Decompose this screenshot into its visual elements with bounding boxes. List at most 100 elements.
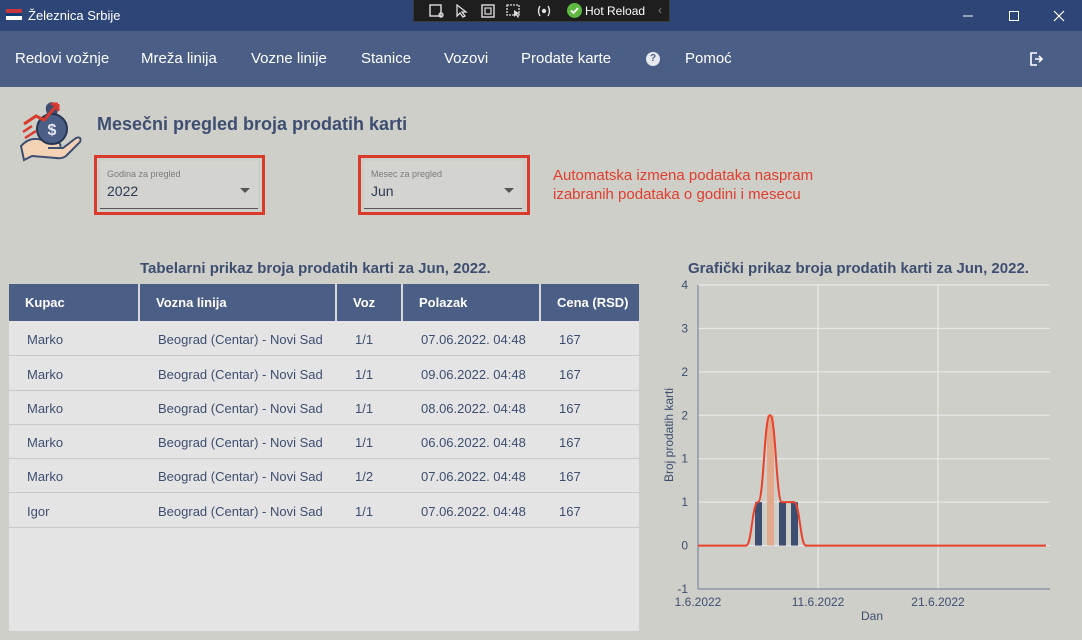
year-combobox-label: Godina za pregled [107, 169, 181, 179]
y-tick-label: 4 [681, 278, 688, 292]
y-tick-label: 2 [681, 408, 688, 422]
minimize-icon [963, 15, 973, 17]
cell-vozna-linija: Beograd (Centar) - Novi Sad [158, 401, 323, 416]
x-tick-label: 21.6.2022 [911, 595, 965, 609]
collapse-toolbar-icon[interactable]: ‹ [658, 3, 662, 17]
y-tick-label: 2 [681, 365, 688, 379]
track-focus-icon[interactable] [506, 4, 522, 18]
month-combobox[interactable]: Mesec za pregled Jun [364, 161, 522, 209]
cell-cena: 167 [559, 332, 581, 347]
year-combobox[interactable]: Godina za pregled 2022 [100, 161, 258, 209]
cell-cena: 167 [559, 435, 581, 450]
column-header-cena[interactable]: Cena (RSD) [541, 284, 639, 321]
annotation-line-1: Automatska izmena podataka naspram [553, 167, 814, 184]
cell-vozna-linija: Beograd (Centar) - Novi Sad [158, 332, 323, 347]
x-tick-label: 1.6.2022 [675, 595, 722, 609]
table-row[interactable]: Marko Beograd (Centar) - Novi Sad 1/1 09… [9, 356, 639, 391]
column-header-voz[interactable]: Voz [337, 284, 403, 321]
y-tick-label: 3 [681, 321, 688, 335]
cell-voz: 1/1 [355, 332, 374, 347]
cell-vozna-linija: Beograd (Centar) - Novi Sad [158, 435, 323, 450]
table-row[interactable]: Marko Beograd (Centar) - Novi Sad 1/1 07… [9, 321, 639, 356]
bar-6.6.2022 [755, 502, 762, 546]
nav-vozne-linije[interactable]: Vozne linije [251, 50, 327, 67]
annotation-line-2: izabranih podataka o godini i mesecu [553, 186, 801, 203]
plot-area [698, 285, 1050, 589]
cell-polazak: 07.06.2022. 04:48 [421, 504, 526, 519]
cell-polazak: 09.06.2022. 04:48 [421, 367, 526, 382]
app-flag-icon [6, 9, 22, 20]
display-adorners-icon[interactable] [480, 4, 496, 18]
xaml-debug-toolbar: Hot Reload ‹ [413, 0, 670, 22]
select-element-icon[interactable] [454, 4, 470, 18]
cell-voz: 1/1 [355, 401, 374, 416]
title-bar: Železnica Srbije Hot Reload ‹ [0, 0, 1082, 31]
binding-failures-icon[interactable] [536, 4, 552, 18]
y-axis-label: Broj prodatih karti [662, 388, 676, 482]
svg-text:$: $ [48, 122, 57, 139]
cell-kupac: Marko [27, 367, 64, 382]
hot-reload-label[interactable]: Hot Reload [585, 4, 645, 18]
auto-update-annotation: Automatska izmena podataka naspram izabr… [553, 166, 813, 204]
column-header-kupac[interactable]: Kupac [9, 284, 140, 321]
minimize-button[interactable] [945, 0, 991, 31]
column-header-vozna-linija[interactable]: Vozna linija [140, 284, 337, 321]
cell-kupac: Marko [27, 332, 64, 347]
cell-polazak: 07.06.2022. 04:48 [421, 469, 526, 484]
cell-cena: 167 [559, 401, 581, 416]
cell-kupac: Marko [27, 469, 64, 484]
cell-voz: 1/1 [355, 504, 374, 519]
maximize-icon [1009, 11, 1019, 21]
cell-vozna-linija: Beograd (Centar) - Novi Sad [158, 367, 323, 382]
table-row[interactable]: Marko Beograd (Centar) - Novi Sad 1/2 07… [9, 458, 639, 493]
close-icon [1053, 10, 1065, 22]
cell-polazak: 08.06.2022. 04:48 [421, 401, 526, 416]
cell-kupac: Marko [27, 435, 64, 450]
y-tick-label: 1 [681, 495, 688, 509]
x-tick-label: 11.6.2022 [792, 595, 845, 609]
bar-7.6.2022 [767, 415, 774, 546]
column-header-polazak[interactable]: Polazak [403, 284, 541, 321]
nav-mreza-linija[interactable]: Mreža linija [141, 50, 217, 67]
month-combobox-value: Jun [371, 183, 394, 199]
x-axis-label: Dan [861, 609, 883, 623]
cell-polazak: 06.06.2022. 04:48 [421, 435, 526, 450]
year-dropdown-arrow-icon [240, 188, 250, 193]
nav-redovi-voznje[interactable]: Redovi vožnje [15, 50, 109, 67]
cell-cena: 167 [559, 367, 581, 382]
main-navigation: Redovi vožnje Mreža linija Vozne linije … [0, 31, 1082, 87]
cell-voz: 1/2 [355, 469, 374, 484]
nav-prodate-karte[interactable]: Prodate karte [521, 50, 611, 67]
close-button[interactable] [1036, 0, 1082, 31]
bar-8.6.2022 [779, 502, 786, 546]
window-title: Železnica Srbije [28, 8, 121, 23]
cell-kupac: Igor [27, 504, 50, 519]
cell-vozna-linija: Beograd (Centar) - Novi Sad [158, 469, 323, 484]
tickets-table: Kupac Vozna linija Voz Polazak Cena (RSD… [9, 284, 639, 631]
table-row[interactable]: Marko Beograd (Centar) - Novi Sad 1/1 06… [9, 424, 639, 459]
logout-icon[interactable] [1028, 51, 1044, 67]
help-icon[interactable]: ? [646, 52, 660, 66]
maximize-button[interactable] [991, 0, 1037, 31]
cell-polazak: 07.06.2022. 04:48 [421, 332, 526, 347]
tickets-chart: 1.6.2022 11.6.2022 21.6.2022 -1 0 1 1 2 2 3 4 Dan Br… [662, 278, 1050, 623]
cell-kupac: Marko [27, 401, 64, 416]
live-tree-icon[interactable] [428, 4, 444, 18]
cell-voz: 1/1 [355, 435, 374, 450]
year-combobox-value: 2022 [107, 183, 139, 199]
table-header-row: Kupac Vozna linija Voz Polazak Cena (RSD… [9, 284, 639, 321]
nav-pomoc[interactable]: Pomoć [685, 50, 732, 67]
hot-reload-check-icon [567, 3, 582, 18]
cell-vozna-linija: Beograd (Centar) - Novi Sad [158, 504, 323, 519]
money-hand-chart-icon: $ [19, 102, 82, 162]
cell-voz: 1/1 [355, 367, 374, 382]
table-row[interactable]: Igor Beograd (Centar) - Novi Sad 1/1 07.… [9, 493, 639, 528]
nav-vozovi[interactable]: Vozovi [444, 50, 488, 67]
nav-stanice[interactable]: Stanice [361, 50, 411, 67]
month-combobox-label: Mesec za pregled [371, 169, 443, 179]
y-tick-label: 0 [681, 539, 688, 553]
table-title: Tabelarni prikaz broja prodatih karti za… [140, 260, 491, 277]
y-tick-label: 1 [681, 452, 688, 466]
table-row[interactable]: Marko Beograd (Centar) - Novi Sad 1/1 08… [9, 390, 639, 425]
page-title: Mesečni pregled broja prodatih karti [97, 114, 408, 134]
